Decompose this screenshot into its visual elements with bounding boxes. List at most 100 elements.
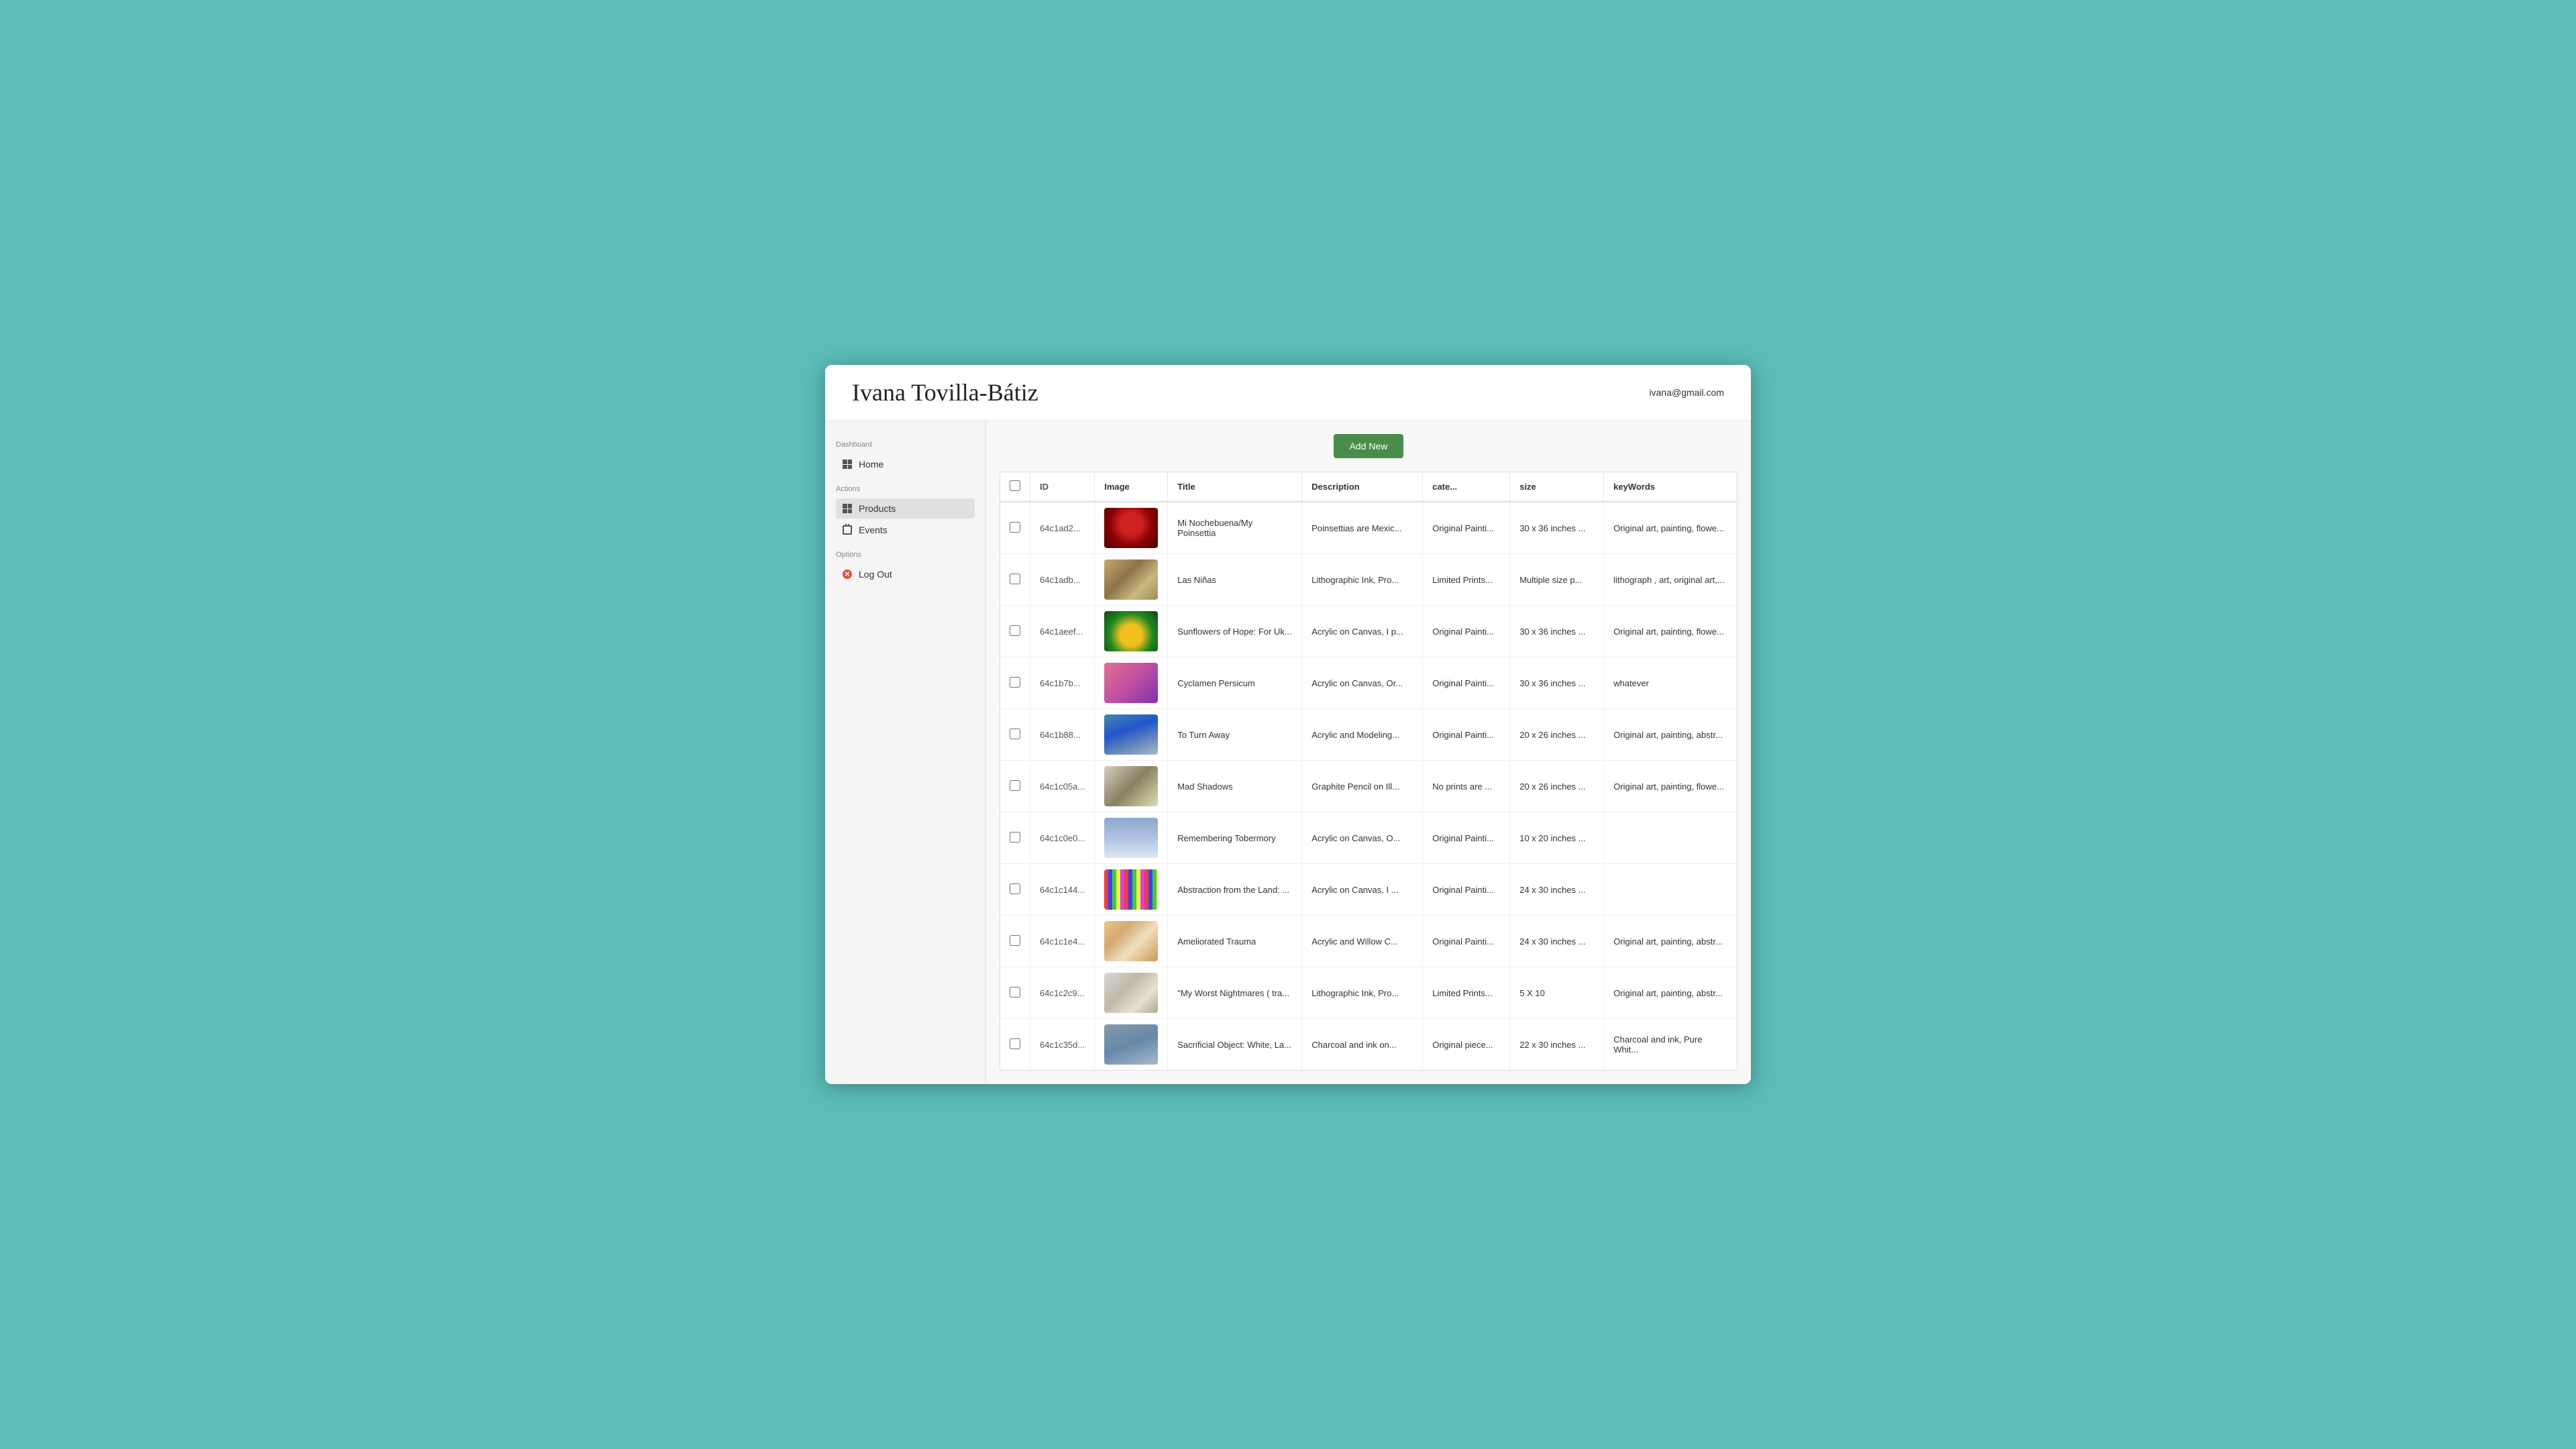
row-id-10: 64c1c35d... <box>1030 1019 1095 1071</box>
row-checkbox-5[interactable] <box>1010 780 1020 791</box>
sidebar-item-events[interactable]: Events <box>836 520 975 540</box>
products-table-container: ID Image Title Description cate... size … <box>1000 472 1737 1071</box>
row-id-8: 64c1c1e4... <box>1030 916 1095 967</box>
row-keywords-3: whatever <box>1604 657 1737 709</box>
row-title-5: Mad Shadows <box>1168 761 1302 812</box>
row-checkbox-cell <box>1000 812 1030 864</box>
row-image-1 <box>1095 554 1168 606</box>
sidebar-home-label: Home <box>859 459 883 470</box>
row-checkbox-3[interactable] <box>1010 677 1020 688</box>
row-checkbox-8[interactable] <box>1010 935 1020 946</box>
product-thumbnail-4 <box>1104 714 1158 755</box>
col-header-title: Title <box>1168 472 1302 502</box>
row-image-2 <box>1095 606 1168 657</box>
product-thumbnail-0 <box>1104 508 1158 548</box>
row-keywords-0: Original art, painting, flowe... <box>1604 502 1737 554</box>
product-thumbnail-1 <box>1104 559 1158 600</box>
row-checkbox-2[interactable] <box>1010 625 1020 636</box>
row-size-5: 20 x 26 inches ... <box>1510 761 1604 812</box>
add-new-button[interactable]: Add New <box>1334 434 1404 458</box>
row-image-7 <box>1095 864 1168 916</box>
row-title-9: "My Worst Nightmares ( tra... <box>1168 967 1302 1019</box>
row-title-1: Las Niñas <box>1168 554 1302 606</box>
row-checkbox-9[interactable] <box>1010 987 1020 998</box>
toolbar: Add New <box>1000 434 1737 458</box>
row-checkbox-cell <box>1000 606 1030 657</box>
product-thumbnail-2 <box>1104 611 1158 651</box>
table-row: 64c1adb... Las Niñas Lithographic Ink, P… <box>1000 554 1737 606</box>
row-size-7: 24 x 30 inches ... <box>1510 864 1604 916</box>
row-description-10: Charcoal and ink on... <box>1302 1019 1423 1071</box>
row-keywords-7 <box>1604 864 1737 916</box>
row-checkbox-0[interactable] <box>1010 522 1020 533</box>
row-image-10 <box>1095 1019 1168 1071</box>
row-checkbox-6[interactable] <box>1010 832 1020 843</box>
row-title-6: Remembering Tobermory <box>1168 812 1302 864</box>
row-image-4 <box>1095 709 1168 761</box>
sidebar-products-label: Products <box>859 503 896 514</box>
row-title-10: Sacrificial Object: White, La... <box>1168 1019 1302 1071</box>
sidebar-item-home[interactable]: Home <box>836 454 975 474</box>
row-checkbox-cell <box>1000 967 1030 1019</box>
products-icon <box>841 502 853 515</box>
row-title-3: Cyclamen Persicum <box>1168 657 1302 709</box>
row-checkbox-7[interactable] <box>1010 883 1020 894</box>
user-email: ivana@gmail.com <box>1650 387 1724 398</box>
dashboard-section-label: Dashboard <box>836 441 975 449</box>
row-id-1: 64c1adb... <box>1030 554 1095 606</box>
row-size-2: 30 x 36 inches ... <box>1510 606 1604 657</box>
content-area: Add New ID Image Title Description <box>986 421 1751 1084</box>
row-id-5: 64c1c05a... <box>1030 761 1095 812</box>
product-thumbnail-9 <box>1104 973 1158 1013</box>
row-title-8: Ameliorated Trauma <box>1168 916 1302 967</box>
row-category-1: Limited Prints... <box>1423 554 1510 606</box>
row-description-3: Acrylic on Canvas, Or... <box>1302 657 1423 709</box>
row-size-10: 22 x 30 inches ... <box>1510 1019 1604 1071</box>
row-size-3: 30 x 36 inches ... <box>1510 657 1604 709</box>
row-size-9: 5 X 10 <box>1510 967 1604 1019</box>
row-description-6: Acrylic on Canvas, O... <box>1302 812 1423 864</box>
select-all-checkbox[interactable] <box>1010 480 1020 491</box>
row-keywords-1: lithograph , art, original art,... <box>1604 554 1737 606</box>
row-image-0 <box>1095 502 1168 554</box>
row-category-8: Original Painti... <box>1423 916 1510 967</box>
row-checkbox-cell <box>1000 554 1030 606</box>
table-row: 64c1b88... To Turn Away Acrylic and Mode… <box>1000 709 1737 761</box>
col-header-keywords: keyWords <box>1604 472 1737 502</box>
products-table: ID Image Title Description cate... size … <box>1000 472 1737 1070</box>
table-row: 64c1c35d... Sacrificial Object: White, L… <box>1000 1019 1737 1071</box>
row-checkbox-cell <box>1000 916 1030 967</box>
row-checkbox-10[interactable] <box>1010 1038 1020 1049</box>
table-row: 64c1ad2... Mi Nochebuena/My Poinsettia P… <box>1000 502 1737 554</box>
row-image-9 <box>1095 967 1168 1019</box>
header-checkbox-cell <box>1000 472 1030 502</box>
home-icon <box>841 458 853 470</box>
row-category-0: Original Painti... <box>1423 502 1510 554</box>
header: Ivana Tovilla-Bátiz ivana@gmail.com <box>825 365 1751 421</box>
sidebar-events-label: Events <box>859 525 888 535</box>
sidebar-item-logout[interactable]: ✕ Log Out <box>836 564 975 584</box>
row-keywords-8: Original art, painting, abstr... <box>1604 916 1737 967</box>
row-image-6 <box>1095 812 1168 864</box>
row-checkbox-cell <box>1000 1019 1030 1071</box>
row-title-4: To Turn Away <box>1168 709 1302 761</box>
row-checkbox-1[interactable] <box>1010 574 1020 584</box>
row-image-5 <box>1095 761 1168 812</box>
events-icon <box>841 524 853 536</box>
product-thumbnail-10 <box>1104 1024 1158 1065</box>
row-keywords-5: Original art, painting, flowe... <box>1604 761 1737 812</box>
row-checkbox-cell <box>1000 657 1030 709</box>
table-row: 64c1c144... Abstraction from the Land: .… <box>1000 864 1737 916</box>
row-keywords-4: Original art, painting, abstr... <box>1604 709 1737 761</box>
row-checkbox-4[interactable] <box>1010 729 1020 739</box>
row-category-10: Original piece... <box>1423 1019 1510 1071</box>
row-size-0: 30 x 36 inches ... <box>1510 502 1604 554</box>
table-row: 64c1c0e0... Remembering Tobermory Acryli… <box>1000 812 1737 864</box>
main-layout: Dashboard Home Actions Products <box>825 421 1751 1084</box>
row-size-8: 24 x 30 inches ... <box>1510 916 1604 967</box>
row-category-2: Original Painti... <box>1423 606 1510 657</box>
sidebar-item-products[interactable]: Products <box>836 498 975 519</box>
product-thumbnail-6 <box>1104 818 1158 858</box>
row-id-9: 64c1c2c9... <box>1030 967 1095 1019</box>
product-thumbnail-7 <box>1104 869 1158 910</box>
